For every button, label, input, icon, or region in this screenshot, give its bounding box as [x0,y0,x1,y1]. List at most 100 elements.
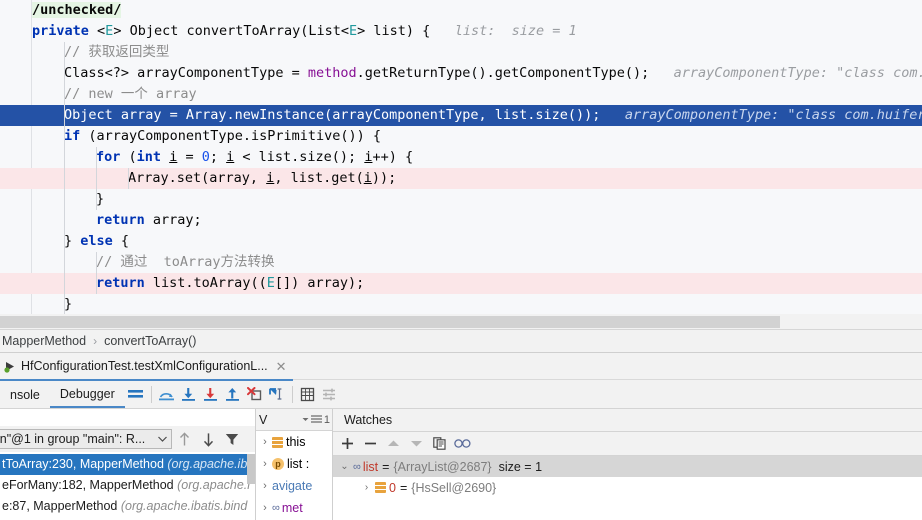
step-out-icon[interactable] [222,384,244,406]
add-icon[interactable] [336,433,359,455]
debugger-toolbar[interactable]: nsole Debugger [0,381,922,408]
watch-icon[interactable] [451,433,474,455]
parameter-badge-icon: p [272,458,284,470]
expand-arrow-icon[interactable]: ⌄ [336,461,353,472]
frames-layout-icon[interactable] [125,384,147,406]
run-debug-icon [4,360,17,373]
watches-toolbar[interactable] [333,432,922,456]
code-line-text: Array.set(array, i, list.get(i)); [32,170,396,186]
watch-value: {ArrayList@2687} [393,460,491,474]
code-line[interactable]: Object array = Array.newInstance(arrayCo… [0,105,922,126]
breadcrumb-class[interactable]: MapperMethod [2,334,86,348]
variables-header-controls[interactable]: 1 [302,414,330,426]
code-line[interactable]: // new 一个 array [0,84,922,105]
indent-guide [64,210,65,231]
variables-header: V 1 [256,409,333,431]
frames-panel[interactable]: in"@1 in group "main": R... [0,409,256,520]
force-step-into-icon[interactable] [200,384,222,406]
frame-row[interactable]: tToArray:230, MapperMethod (org.apache.i… [0,454,256,475]
code-line[interactable]: if (arrayComponentType.isPrimitive()) { [0,126,922,147]
toolbar-divider [151,386,152,403]
frames-list[interactable]: tToArray:230, MapperMethod (org.apache.i… [0,454,256,520]
code-line-text: // 通过 toArray方法转换 [32,254,275,270]
step-over-icon[interactable] [156,384,178,406]
editor-hscrollbar-thumb[interactable] [0,316,780,328]
variable-row[interactable]: ›plist : [256,453,333,475]
watch-equals: = [382,460,389,474]
step-into-icon[interactable] [178,384,200,406]
code-line[interactable]: } [0,189,922,210]
code-line-text: // 获取返回类型 [32,44,169,60]
variables-list[interactable]: ›this›plist :›avigate›∞met [256,431,333,519]
code-line[interactable]: /unchecked/ [0,0,922,21]
variable-row[interactable]: ›∞met [256,497,333,519]
close-icon[interactable]: ✕ [276,360,287,373]
code-line[interactable]: } else { [0,231,922,252]
tab-debugger-label: Debugger [60,387,115,401]
code-line-text: if (arrayComponentType.isPrimitive()) { [32,128,381,144]
code-line[interactable]: } [0,294,922,314]
frame-row[interactable]: e:87, MapperMethod (org.apache.ibatis.bi… [0,496,256,517]
watch-badge-icon: ∞ [272,502,279,514]
code-line[interactable]: Class<?> arrayComponentType = method.get… [0,63,922,84]
run-configuration-tab[interactable]: HfConfigurationTest.testXmlConfiguration… [0,353,293,381]
code-line[interactable]: for (int i = 0; i < list.size(); i++) { [0,147,922,168]
thread-selector[interactable]: in"@1 in group "main": R... [0,429,172,449]
code-line[interactable]: // 通过 toArray方法转换 [0,252,922,273]
watch-name: list [363,460,378,474]
tab-console-label: nsole [10,388,40,402]
expand-arrow-icon[interactable]: › [258,480,272,492]
expand-arrow-icon[interactable]: › [258,502,272,514]
code-line-text: } [32,296,72,312]
run-to-cursor-icon[interactable] [266,384,288,406]
code-content[interactable]: /unchecked/private <E> Object convertToA… [0,0,922,314]
expand-arrow-icon[interactable]: › [258,458,272,470]
watch-equals: = [400,481,407,495]
code-line[interactable]: // 获取返回类型 [0,42,922,63]
remove-icon[interactable] [359,433,382,455]
breadcrumb[interactable]: MapperMethod › convertToArray() [0,330,922,352]
arrow-up-icon[interactable] [172,428,196,450]
watches-rows[interactable]: ⌄∞list={ArrayList@2687}size = 1›0={HsSel… [333,456,922,498]
indent-guide [64,273,65,294]
filter-icon[interactable] [220,428,244,450]
expand-arrow-icon[interactable]: › [358,482,375,493]
code-line-text: for (int i = 0; i < list.size(); i++) { [32,149,413,165]
variable-row[interactable]: ›this [256,431,333,453]
variables-panel[interactable]: V 1 ›this›plist :›avigate›∞met [256,409,333,520]
watch-size: size = 1 [499,460,542,474]
code-line[interactable]: return array; [0,210,922,231]
list-lines-icon [311,415,322,424]
variable-name: avigate [272,479,312,493]
tab-console[interactable]: nsole [0,381,50,408]
code-editor[interactable]: /unchecked/private <E> Object convertToA… [0,0,922,314]
frames-toolbar[interactable]: in"@1 in group "main": R... [0,426,256,452]
expand-arrow-icon[interactable]: › [258,436,272,448]
code-line[interactable]: return list.toArray((E[]) array); [0,273,922,294]
tab-debugger[interactable]: Debugger [50,381,125,408]
code-line[interactable]: private <E> Object convertToArray(List<E… [0,21,922,42]
move-up-icon[interactable] [382,433,405,455]
settings-icon[interactable] [319,384,341,406]
indent-guide [128,168,129,189]
frame-name: tToArray:230, MapperMethod [2,457,167,471]
watch-row[interactable]: ›0={HsSell@2690} [333,477,922,498]
code-line[interactable]: Array.set(array, i, list.get(i)); [0,168,922,189]
watch-row[interactable]: ⌄∞list={ArrayList@2687}size = 1 [333,456,922,477]
code-line-text: Class<?> arrayComponentType = method.get… [32,65,649,81]
inline-debug-hint: list: size = 1 [430,23,576,39]
frame-package: (org.apache.i [177,478,250,492]
frame-row[interactable]: eForMany:182, MapperMethod (org.apache.i [0,475,256,496]
indent-guide [96,189,97,210]
move-down-icon[interactable] [405,433,428,455]
copy-icon[interactable] [428,433,451,455]
evaluate-expression-icon[interactable] [297,384,319,406]
list-badge-icon [375,482,386,493]
variables-count: 1 [324,414,330,426]
watch-name: 0 [389,481,396,495]
variable-row[interactable]: ›avigate [256,475,333,497]
watches-panel[interactable]: Watches [333,409,922,520]
arrow-down-icon[interactable] [196,428,220,450]
drop-frame-icon[interactable] [244,384,266,406]
breadcrumb-method[interactable]: convertToArray() [104,334,196,348]
